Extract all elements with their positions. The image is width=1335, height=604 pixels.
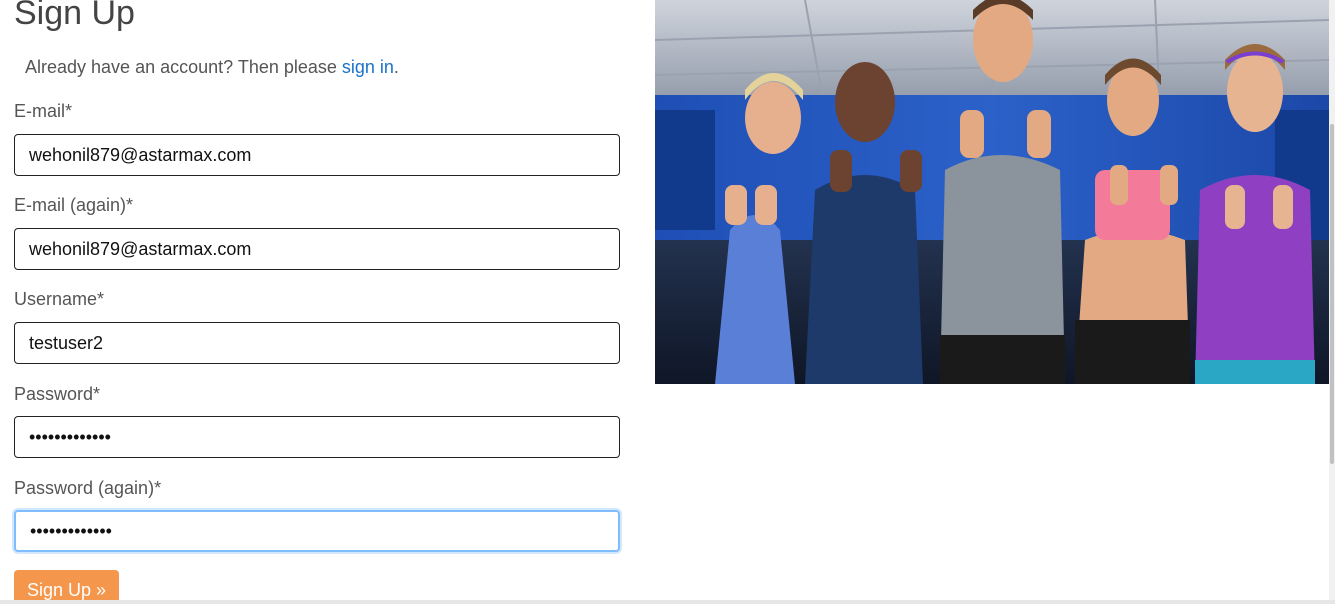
signin-prompt: Already have an account? Then please sig…: [25, 57, 399, 78]
username-field[interactable]: [14, 322, 620, 364]
username-label: Username*: [14, 289, 105, 309]
scrollbar-thumb[interactable]: [1330, 124, 1334, 464]
hero-illustration: [655, 0, 1329, 384]
email-label: E-mail*: [14, 101, 73, 121]
signin-prompt-suffix: .: [393, 57, 399, 77]
page-scrollbar[interactable]: [1329, 0, 1335, 604]
password-field[interactable]: [14, 416, 620, 458]
email-again-field[interactable]: [14, 228, 620, 270]
signup-page: Sign Up Already have an account? Then pl…: [0, 0, 1335, 604]
page-title: Sign Up: [14, 0, 135, 32]
hero-image: [655, 0, 1329, 384]
horizontal-scrollbar[interactable]: [0, 600, 1335, 604]
email-field[interactable]: [14, 134, 620, 176]
signup-button[interactable]: Sign Up »: [14, 570, 120, 604]
password-again-field[interactable]: [14, 510, 620, 552]
email-again-label: E-mail (again)*: [14, 195, 134, 215]
password-again-label: Password (again)*: [14, 478, 162, 498]
signin-link[interactable]: sign in: [342, 57, 394, 77]
signin-prompt-text: Already have an account? Then please: [25, 57, 342, 77]
password-label: Password*: [14, 384, 101, 404]
